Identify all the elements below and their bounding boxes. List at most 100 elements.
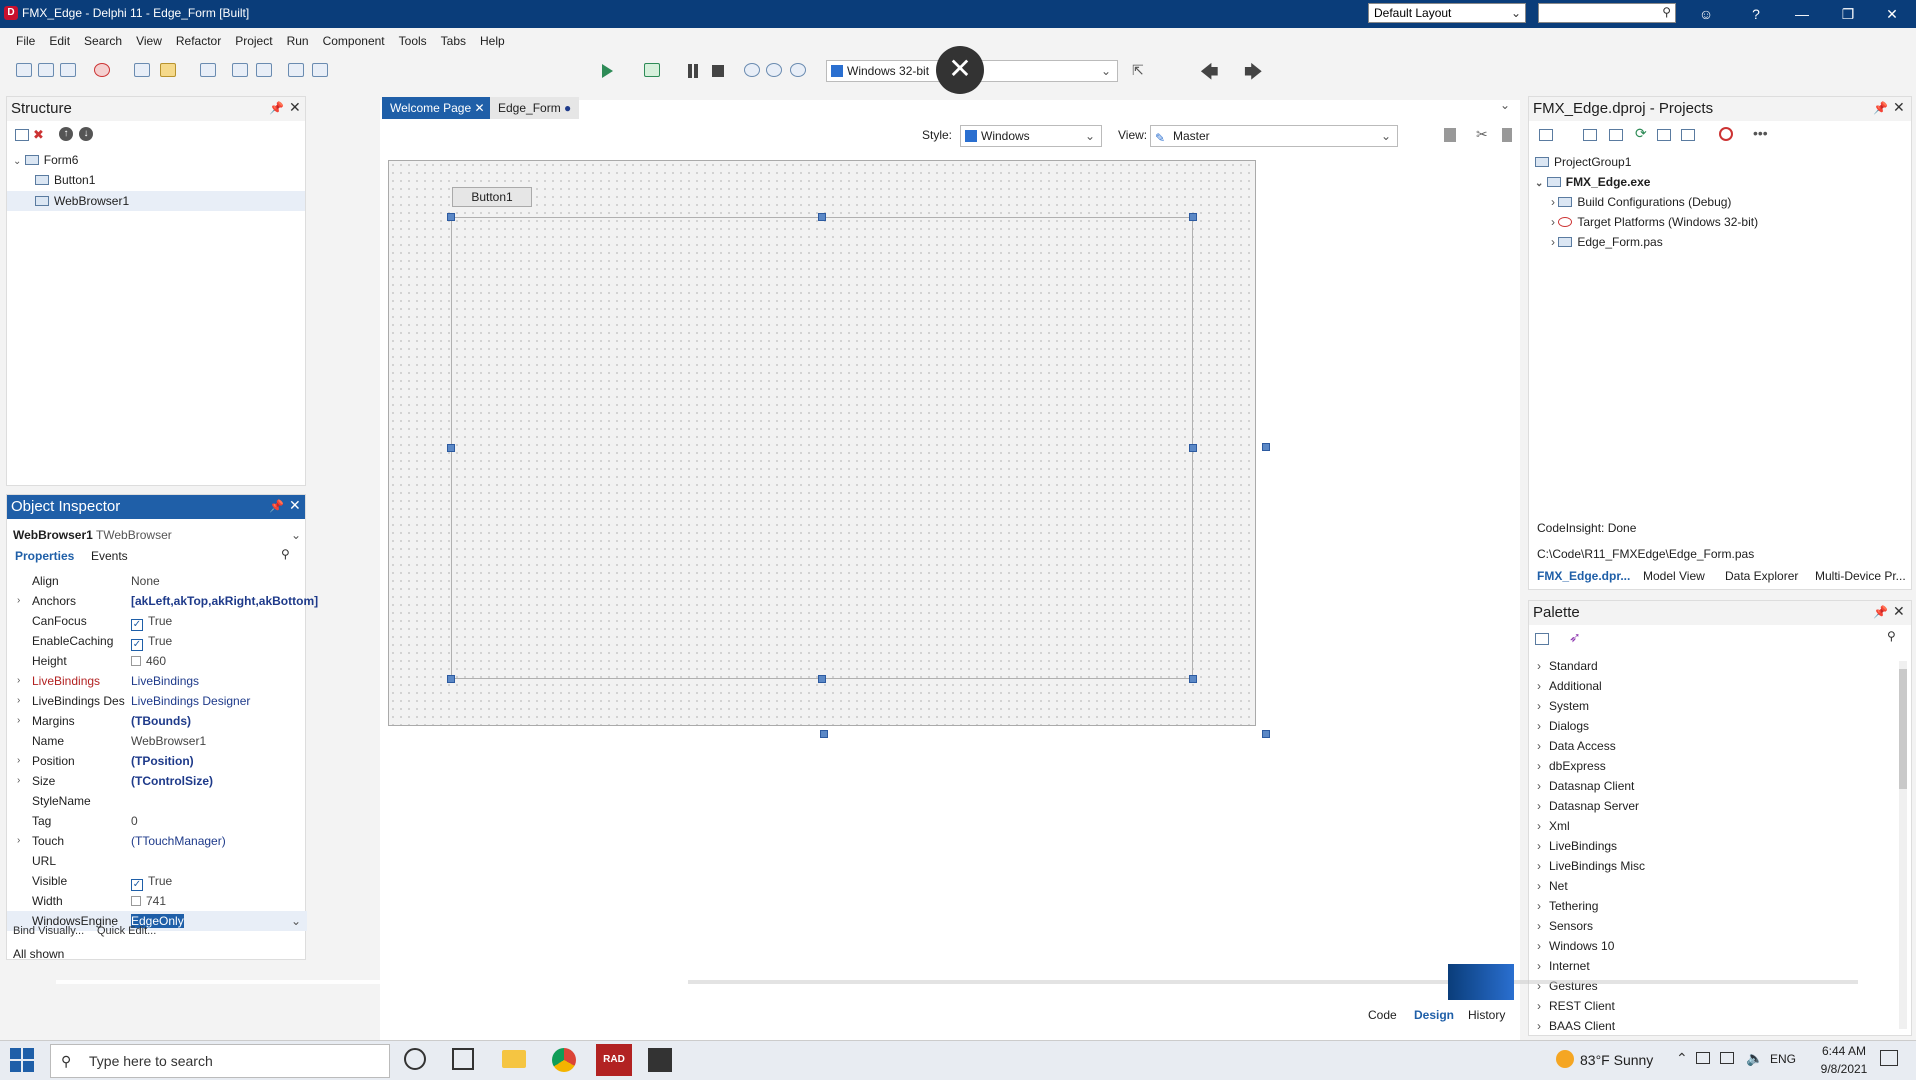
tab-multi-device[interactable]: Multi-Device Pr... [1815,569,1906,583]
checkbox[interactable]: ✓ [131,879,143,891]
property-value[interactable]: ✓ True [131,871,172,891]
property-value[interactable]: 0 [131,811,138,831]
remove-from-project-icon[interactable] [312,63,328,77]
volume-icon[interactable]: 🔈 [1746,1050,1763,1067]
property-value[interactable]: (TTouchManager) [131,831,226,851]
tab-list-dropdown-icon[interactable]: ⌄ [1500,98,1510,112]
new-icon[interactable] [1535,633,1549,645]
property-row[interactable]: Visible ✓ True [7,871,307,891]
forward-arrow-icon[interactable]: 🡆 [1244,60,1263,90]
palette-category[interactable]: › LiveBindings [1537,839,1617,853]
button1-component[interactable]: Button1 [452,187,532,207]
webbrowser1-component[interactable] [451,217,1193,679]
feedback-icon[interactable]: ☺ [1686,4,1726,24]
palette-category[interactable]: › Xml [1537,819,1570,833]
pin-icon[interactable]: 📌 [269,101,284,115]
pin-icon[interactable]: 📌 [1873,605,1888,619]
property-row[interactable]: › LiveBindings LiveBindings [7,671,307,691]
minimize-button[interactable]: — [1782,4,1822,24]
close-window-button[interactable]: ✕ [1872,4,1912,24]
palette-category[interactable]: › BAAS Client [1537,1019,1615,1033]
form-resize-handle[interactable] [1262,443,1270,451]
tab-properties[interactable]: Properties [15,549,74,563]
new-items-icon[interactable] [38,63,54,77]
resize-handle[interactable] [1189,213,1197,221]
scrollbar[interactable] [1899,661,1907,1029]
network-icon[interactable] [1696,1052,1710,1064]
tab-data-explorer[interactable]: Data Explorer [1725,569,1798,583]
back-arrow-icon[interactable]: 🡄 [1200,60,1219,90]
chevron-right-icon[interactable]: › [17,751,20,771]
tree-item-form[interactable]: ⌄ Form6 [13,153,78,167]
delete-view-icon[interactable] [1502,128,1512,142]
menu-component[interactable]: Component [316,28,392,48]
sync-icon[interactable] [1719,127,1733,141]
tree-item-webbrowser[interactable]: WebBrowser1 [7,191,305,211]
close-panel-icon[interactable]: ✕ [289,497,301,514]
taskbar-search-input[interactable]: ⚲ Type here to search [50,1044,390,1078]
video-progress[interactable] [56,980,688,984]
property-row[interactable]: › Touch (TTouchManager) [7,831,307,851]
cortana-icon[interactable] [404,1048,426,1070]
file-explorer-icon[interactable] [502,1050,526,1068]
open-project-icon[interactable] [256,63,272,77]
tab-model-view[interactable]: Model View [1643,569,1705,583]
weather-text[interactable]: 83°F Sunny [1580,1052,1653,1068]
add-new-icon[interactable] [1583,129,1597,141]
property-value[interactable]: LiveBindings [131,671,199,691]
property-row[interactable]: › Anchors [akLeft,akTop,akRight,akBottom] [7,591,318,611]
tab-edge-form[interactable]: Edge_Form ● [490,97,580,119]
close-overlay-button[interactable]: ✕ [936,46,984,94]
property-row[interactable]: CanFocus ✓ True [7,611,307,631]
menu-tabs[interactable]: Tabs [434,28,473,48]
close-tab-icon[interactable]: ✕ [475,101,485,115]
resize-handle[interactable] [1189,675,1197,683]
close-panel-icon[interactable]: ✕ [289,99,301,116]
move-up-icon[interactable]: ↑ [59,127,73,141]
property-value[interactable]: 460 [131,651,166,671]
property-value[interactable]: None [131,571,160,591]
palette-category[interactable]: › Windows 10 [1537,939,1614,953]
property-value[interactable]: (TPosition) [131,751,194,771]
resize-handle[interactable] [447,213,455,221]
chevron-right-icon[interactable]: › [17,771,20,791]
resize-handle[interactable] [1189,444,1197,452]
property-row[interactable]: EnableCaching ✓ True [7,631,307,651]
property-row[interactable]: URL [7,851,307,871]
activate-icon[interactable] [1539,129,1553,141]
chevron-down-icon[interactable]: ⌄ [291,911,301,931]
chrome-icon[interactable] [552,1048,576,1072]
copy-icon[interactable] [60,63,76,77]
new-icon[interactable] [16,63,32,77]
palette-category[interactable]: › Net [1537,879,1568,893]
form-resize-handle[interactable] [1262,730,1270,738]
quick-edit-link[interactable]: Quick Edit... [97,925,156,937]
property-row[interactable]: › Margins (TBounds) [7,711,307,731]
menu-refactor[interactable]: Refactor [169,28,228,48]
options-icon[interactable] [1681,129,1695,141]
palette-category[interactable]: › System [1537,699,1589,713]
chevron-right-icon[interactable]: › [17,671,20,691]
palette-category[interactable]: › Dialogs [1537,719,1589,733]
add-to-project-icon[interactable] [288,63,304,77]
save-all-icon[interactable] [232,63,248,77]
property-row[interactable]: Align None [7,571,307,591]
property-value[interactable]: 741 [131,891,166,911]
tree-item-target-platforms[interactable]: › Target Platforms (Windows 32-bit) [1551,215,1758,229]
display-icon[interactable] [1720,1052,1734,1064]
property-row[interactable]: Height 460 [7,651,307,671]
menu-project[interactable]: Project [228,28,279,48]
palette-category[interactable]: › Datasnap Client [1537,779,1634,793]
form-resize-handle[interactable] [820,730,828,738]
tools-icon[interactable]: ✂ [1476,126,1488,143]
restore-button[interactable]: ❐ [1828,4,1868,24]
new-icon[interactable] [15,129,29,141]
palette-category[interactable]: › LiveBindings Misc [1537,859,1645,873]
property-value[interactable]: WebBrowser1 [131,731,206,751]
menu-edit[interactable]: Edit [42,28,77,48]
pointer-icon[interactable]: ➶ [1569,629,1581,646]
menu-run[interactable]: Run [280,28,316,48]
trace-into-icon[interactable] [766,63,782,77]
property-row[interactable]: › Position (TPosition) [7,751,307,771]
save-icon[interactable] [200,63,216,77]
